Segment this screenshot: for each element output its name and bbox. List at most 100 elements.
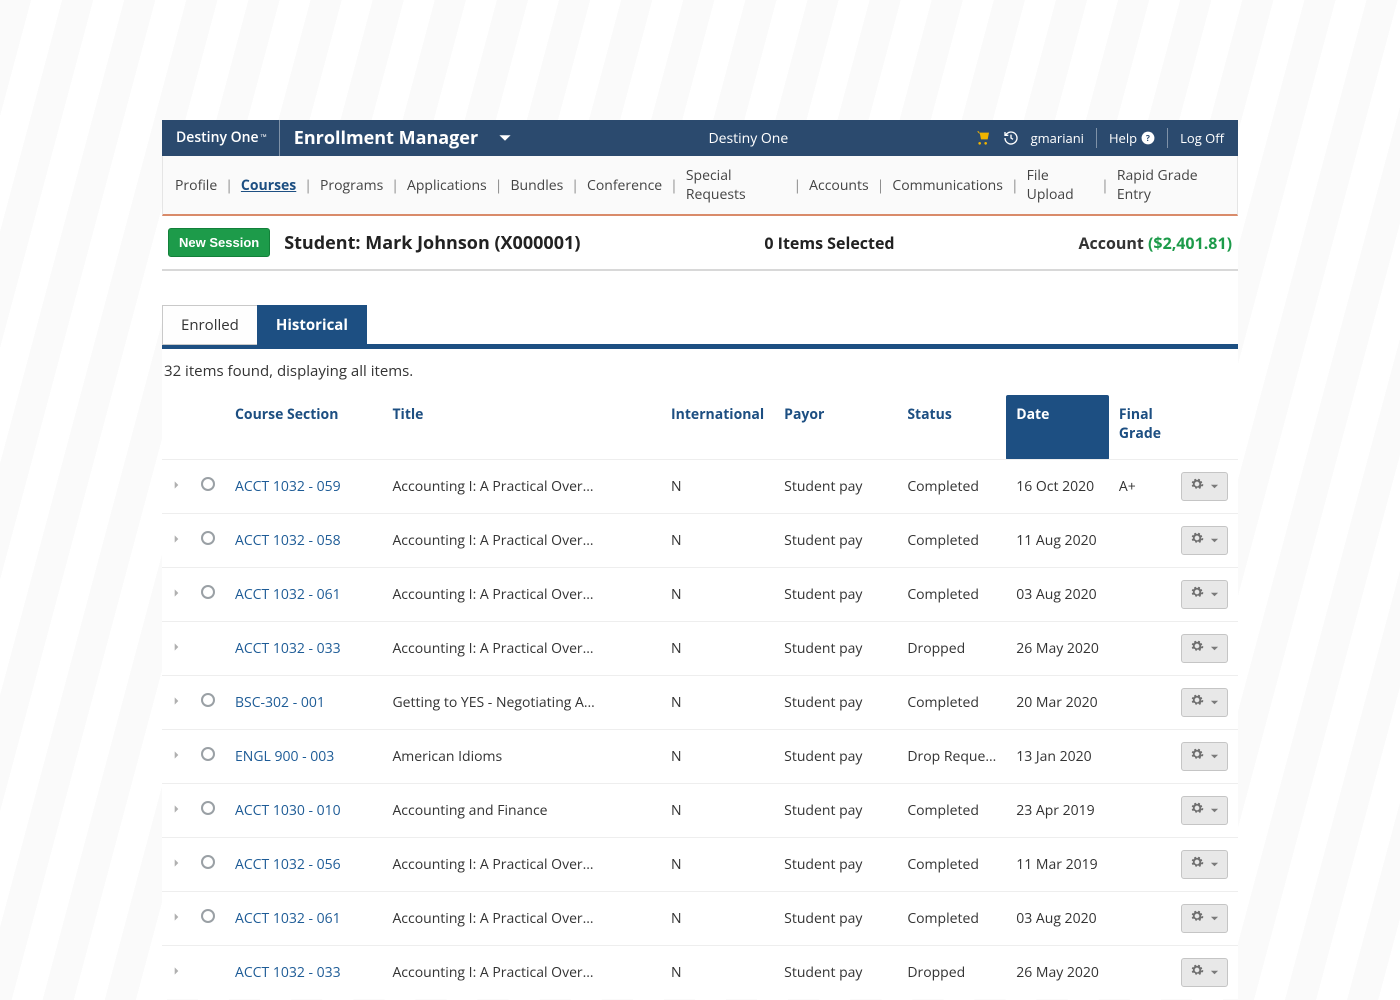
row-actions-button[interactable]	[1181, 904, 1228, 933]
col-payor[interactable]: Payor	[774, 395, 897, 460]
separator: |	[793, 176, 801, 195]
status-value: Completed	[897, 514, 1006, 568]
account-link[interactable]: Account ($2,401.81)	[1078, 232, 1232, 254]
status-value: Completed	[897, 838, 1006, 892]
account-label: Account	[1078, 232, 1143, 254]
row-actions-button[interactable]	[1181, 796, 1228, 825]
nav-link-programs[interactable]: Programs	[320, 176, 383, 195]
status-value: Completed	[897, 568, 1006, 622]
nav-link-profile[interactable]: Profile	[175, 176, 217, 195]
help-link[interactable]: Help ?	[1109, 129, 1155, 147]
tab-enrolled[interactable]: Enrolled	[162, 305, 258, 345]
col-status[interactable]: Status	[897, 395, 1006, 460]
student-label: Student: Mark Johnson (X000001)	[284, 231, 580, 255]
date-value: 23 Apr 2019	[1006, 784, 1109, 838]
row-radio[interactable]	[201, 855, 215, 869]
nav-link-communications[interactable]: Communications	[892, 176, 1003, 195]
username[interactable]: gmariani	[1031, 129, 1084, 147]
course-title: American Idioms	[382, 730, 661, 784]
course-section-link[interactable]: ACCT 1032 - 033	[235, 963, 341, 982]
table-row: ACCT 1032 - 056Accounting I: A Practical…	[162, 838, 1238, 892]
table-row: ACCT 1032 - 058Accounting I: A Practical…	[162, 514, 1238, 568]
nav-link-conference[interactable]: Conference	[587, 176, 662, 195]
row-radio[interactable]	[201, 801, 215, 815]
app-switcher[interactable]	[488, 131, 522, 145]
nav-link-file-upload[interactable]: File Upload	[1027, 166, 1093, 204]
col-course-section[interactable]: Course Section	[225, 395, 382, 460]
expand-icon[interactable]	[172, 747, 181, 766]
brand[interactable]: Destiny One™	[162, 120, 280, 156]
table-row: ACCT 1032 - 033Accounting I: A Practical…	[162, 622, 1238, 676]
international-value: N	[661, 946, 774, 1000]
row-radio[interactable]	[201, 477, 215, 491]
col-final-grade[interactable]: Final Grade	[1109, 395, 1171, 460]
separator: |	[670, 176, 678, 195]
payor-value: Student pay	[774, 730, 897, 784]
nav-link-bundles[interactable]: Bundles	[510, 176, 563, 195]
nav-link-courses[interactable]: Courses	[241, 176, 296, 195]
course-section-link[interactable]: BSC-302 - 001	[235, 693, 325, 712]
new-session-button[interactable]: New Session	[168, 228, 270, 257]
status-value: Completed	[897, 784, 1006, 838]
status-value: Completed	[897, 460, 1006, 514]
grade-value: A+	[1109, 460, 1171, 514]
row-actions-button[interactable]	[1181, 472, 1228, 501]
row-radio[interactable]	[201, 909, 215, 923]
table-row: ACCT 1032 - 061Accounting I: A Practical…	[162, 568, 1238, 622]
course-section-link[interactable]: ACCT 1032 - 061	[235, 909, 341, 928]
grade-value	[1109, 838, 1171, 892]
col-international[interactable]: International	[661, 395, 774, 460]
nav-link-special-requests[interactable]: Special Requests	[686, 166, 786, 204]
row-radio[interactable]	[201, 585, 215, 599]
expand-icon[interactable]	[172, 963, 181, 982]
nav-link-rapid-grade-entry[interactable]: Rapid Grade Entry	[1117, 166, 1225, 204]
course-section-link[interactable]: ACCT 1032 - 059	[235, 477, 341, 496]
row-actions-button[interactable]	[1181, 634, 1228, 663]
expand-icon[interactable]	[172, 855, 181, 874]
grade-value	[1109, 730, 1171, 784]
course-section-link[interactable]: ACCT 1032 - 056	[235, 855, 341, 874]
row-actions-button[interactable]	[1181, 580, 1228, 609]
expand-icon[interactable]	[172, 585, 181, 604]
chevron-down-icon	[1210, 531, 1219, 550]
row-actions-button[interactable]	[1181, 850, 1228, 879]
row-radio[interactable]	[201, 747, 215, 761]
course-section-link[interactable]: ACCT 1032 - 061	[235, 585, 341, 604]
expand-icon[interactable]	[172, 801, 181, 820]
tab-historical[interactable]: Historical	[257, 305, 367, 345]
expand-icon[interactable]	[172, 531, 181, 550]
date-value: 20 Mar 2020	[1006, 676, 1109, 730]
gear-icon	[1190, 747, 1204, 766]
course-section-link[interactable]: ACCT 1030 - 010	[235, 801, 341, 820]
tabs: Enrolled Historical	[162, 305, 1238, 345]
row-radio[interactable]	[201, 531, 215, 545]
nav-link-applications[interactable]: Applications	[407, 176, 487, 195]
expand-icon[interactable]	[172, 477, 181, 496]
separator: |	[1011, 176, 1019, 195]
expand-icon[interactable]	[172, 909, 181, 928]
course-section-link[interactable]: ACCT 1032 - 033	[235, 639, 341, 658]
international-value: N	[661, 892, 774, 946]
logoff-link[interactable]: Log Off	[1180, 129, 1224, 147]
expand-icon[interactable]	[172, 639, 181, 658]
app-title: Enrollment Manager	[280, 126, 488, 150]
row-actions-button[interactable]	[1181, 958, 1228, 987]
top-bar: Destiny One™ Enrollment Manager Destiny …	[162, 120, 1238, 156]
table-row: BSC-302 - 001Getting to YES - Negotiatin…	[162, 676, 1238, 730]
expand-icon[interactable]	[172, 693, 181, 712]
chevron-down-icon	[1210, 747, 1219, 766]
row-actions-button[interactable]	[1181, 742, 1228, 771]
course-section-link[interactable]: ACCT 1032 - 058	[235, 531, 341, 550]
separator: |	[877, 176, 885, 195]
nav-link-accounts[interactable]: Accounts	[809, 176, 869, 195]
sub-nav: Profile | Courses | Programs | Applications | Bu…	[162, 156, 1238, 216]
row-actions-button[interactable]	[1181, 526, 1228, 555]
payor-value: Student pay	[774, 676, 897, 730]
history-icon[interactable]	[1003, 130, 1019, 146]
row-radio[interactable]	[201, 693, 215, 707]
course-section-link[interactable]: ENGL 900 - 003	[235, 747, 334, 766]
cart-icon[interactable]	[975, 130, 991, 146]
col-date[interactable]: Date	[1006, 395, 1109, 460]
row-actions-button[interactable]	[1181, 688, 1228, 717]
col-title[interactable]: Title	[382, 395, 661, 460]
